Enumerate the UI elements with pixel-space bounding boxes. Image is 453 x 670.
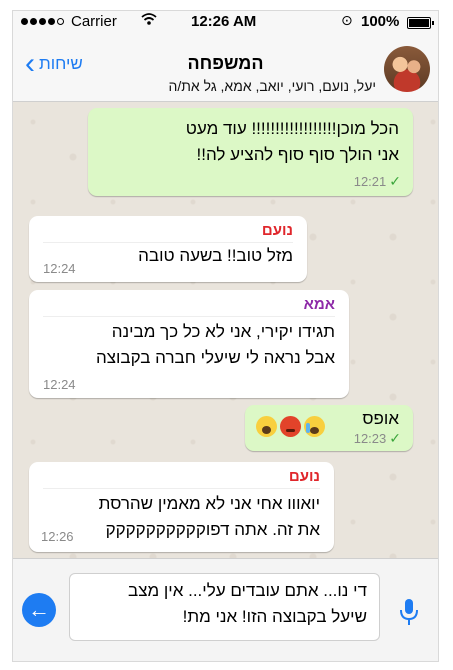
status-bar: Carrier 12:26 AM ⊙ 100%	[13, 11, 438, 33]
group-title[interactable]: המשפחה	[13, 53, 438, 74]
message-time: 12:23	[353, 431, 387, 446]
battery-percent: 100%	[361, 13, 400, 30]
message-line: אבל נראה לי שיעלי חברה בקבוצה	[95, 348, 335, 367]
message-line: מזל טוב!! בשעה טובה	[138, 246, 293, 265]
sender-name: נועם	[288, 468, 320, 485]
signal-strength-icon	[21, 18, 64, 25]
message-bubble-incoming[interactable]: נועם יואווו אחי אני לא מאמין שהרסת את זה…	[29, 462, 334, 552]
composer-line: די נו... אתם עובדים עלי... אין מצב	[128, 581, 367, 600]
message-bubble-incoming[interactable]: אמא תגידו יקירי, אני לא כל כך מבינה אבל …	[29, 290, 349, 398]
sender-name: אמא	[303, 296, 335, 313]
clock: 12:26 AM	[191, 13, 257, 30]
read-check-icon: ✓	[389, 430, 401, 446]
arrow-left-icon: ←	[28, 597, 50, 622]
message-line: תגידו יקירי, אני לא כל כך מבינה	[111, 322, 335, 341]
carrier-name: Carrier	[71, 13, 117, 30]
send-button[interactable]: ←	[22, 593, 56, 627]
message-list[interactable]: הכל מוכן!!!!!!!!!!!!!!!!!! עוד מעט אני ה…	[13, 102, 438, 558]
message-time: 12:24	[43, 377, 76, 392]
phone-screen: Carrier 12:26 AM ⊙ 100% ‹ שיחות המשפחה י…	[12, 10, 439, 662]
message-time: 12:24	[43, 261, 76, 276]
sender-name: נועם	[261, 222, 293, 239]
face-screaming-in-fear-icon	[256, 416, 277, 437]
chat-header: ‹ שיחות המשפחה יעל, נועם, רועי, יואב, אמ…	[13, 35, 438, 102]
emoji-group	[253, 416, 325, 437]
battery-icon	[407, 17, 434, 29]
message-time: 12:26	[41, 529, 74, 544]
message-time: 12:21	[353, 174, 387, 189]
message-bubble-outgoing[interactable]: הכל מוכן!!!!!!!!!!!!!!!!!! עוד מעט אני ה…	[88, 108, 413, 196]
wifi-icon	[141, 12, 157, 30]
message-meta: 12:21 ✓	[354, 173, 401, 190]
message-bubble-outgoing[interactable]: אופס 12:23 ✓	[245, 405, 413, 451]
composer-line: שיעל בקבוצה הזו! אני מת!	[182, 607, 367, 626]
pouting-face-icon	[280, 416, 301, 437]
microphone-icon[interactable]	[397, 597, 421, 627]
message-meta: 12:23 ✓	[354, 430, 401, 447]
message-line: יואווו אחי אני לא מאמין שהרסת	[98, 494, 320, 513]
message-line: אופס	[362, 409, 399, 428]
message-bubble-incoming[interactable]: נועם מזל טוב!! בשעה טובה 12:24	[29, 216, 307, 282]
composer-bar: ← די נו... אתם עובדים עלי... אין מצב שיע…	[13, 558, 438, 661]
group-avatar[interactable]	[384, 46, 430, 92]
rotation-lock-icon: ⊙	[341, 12, 353, 28]
message-input[interactable]: די נו... אתם עובדים עלי... אין מצב שיעל …	[69, 573, 380, 641]
read-check-icon: ✓	[389, 173, 401, 189]
message-line: אני הולך סוף סוף להציע לה!!	[196, 145, 399, 164]
message-line: את זה. אתה דפוקקקקקקקקקק	[105, 520, 320, 539]
loudly-crying-face-icon	[304, 416, 325, 437]
group-members[interactable]: יעל, נועם, רועי, יואב, אמא, גל את/ה	[168, 78, 376, 94]
message-line: הכל מוכן!!!!!!!!!!!!!!!!!! עוד מעט	[185, 119, 399, 138]
